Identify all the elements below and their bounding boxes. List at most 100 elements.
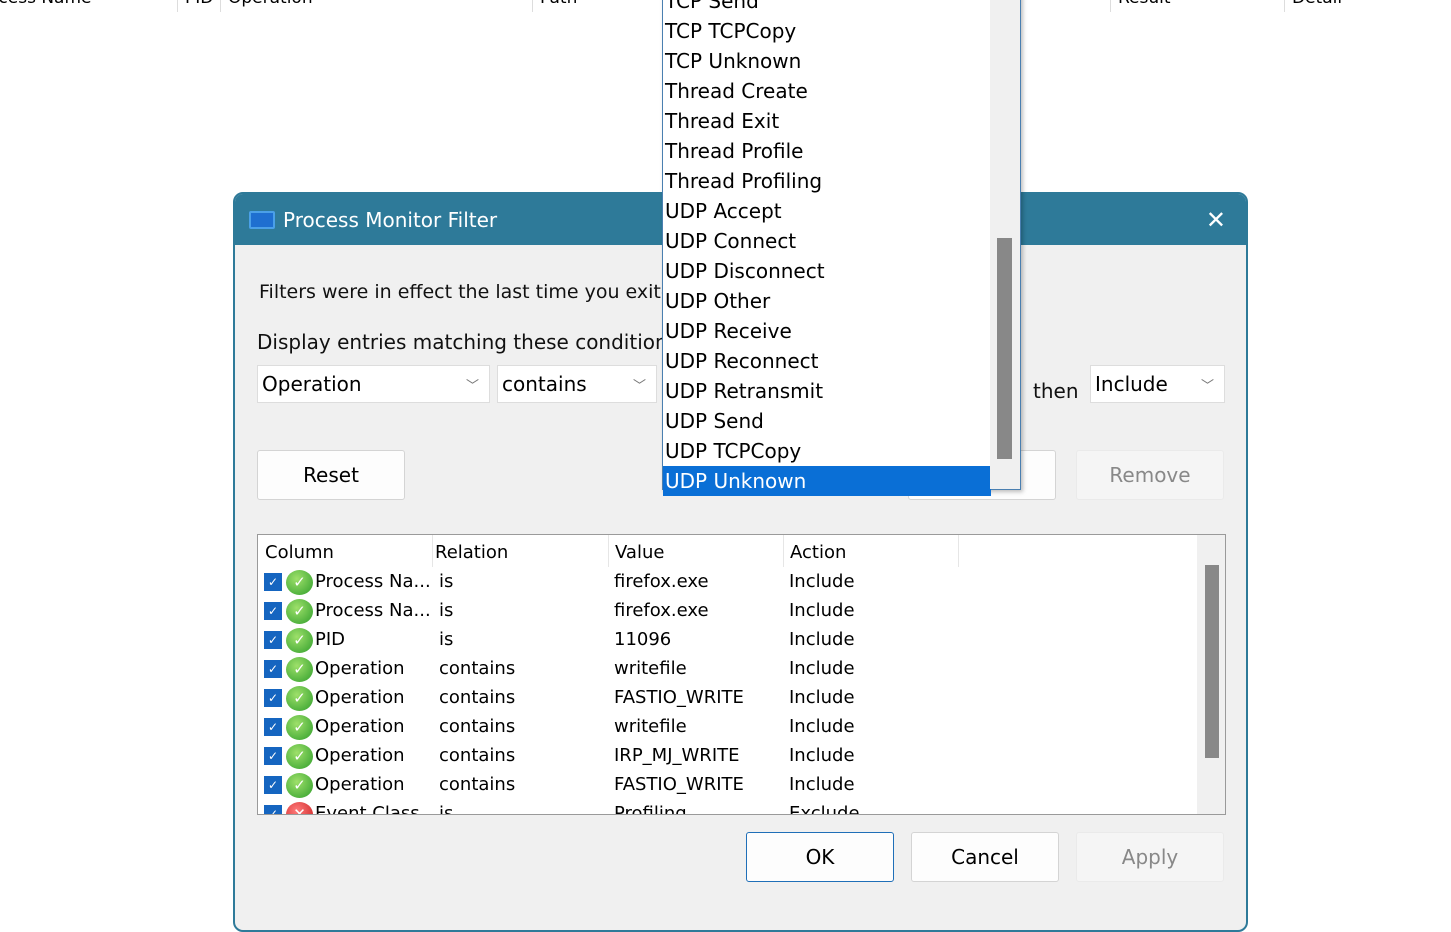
row-checkbox[interactable]: ✓ xyxy=(264,689,282,707)
background-column-header[interactable]: ocess Name xyxy=(0,0,91,10)
row-action: Include xyxy=(789,629,855,650)
dropdown-option[interactable]: UDP Connect xyxy=(663,226,991,256)
filter-row[interactable]: ✓ ✓ Operation contains IRP_MJ_WRITE Incl… xyxy=(258,742,1198,771)
filter-row[interactable]: ✓ ✓ Operation contains writefile Include xyxy=(258,713,1198,742)
filter-list[interactable]: Column Relation Value Action ✓ ✓ Process… xyxy=(257,534,1226,815)
column-combo-value: Operation xyxy=(262,372,362,396)
background-column-header[interactable]: PID xyxy=(185,0,213,10)
row-column: Process Na... xyxy=(315,571,431,592)
dropdown-option[interactable]: UDP TCPCopy xyxy=(663,436,991,466)
row-checkbox[interactable]: ✓ xyxy=(264,747,282,765)
include-icon: ✓ xyxy=(286,744,313,769)
dropdown-option[interactable]: Thread Create xyxy=(663,76,991,106)
header-action[interactable]: Action xyxy=(790,542,846,563)
dropdown-option[interactable]: TCP Send xyxy=(663,0,991,16)
row-relation: is xyxy=(439,629,454,650)
relation-combo[interactable]: contains ﹀ xyxy=(497,365,657,403)
include-icon: ✓ xyxy=(286,657,313,682)
row-value: firefox.exe xyxy=(614,571,709,592)
include-icon: ✓ xyxy=(286,628,313,653)
row-column: PID xyxy=(315,629,346,650)
row-checkbox[interactable]: ✓ xyxy=(264,631,282,649)
dropdown-option[interactable]: UDP Unknown xyxy=(663,466,991,496)
remove-button[interactable]: Remove xyxy=(1076,450,1224,500)
header-column[interactable]: Column xyxy=(265,542,334,563)
dropdown-option[interactable]: TCP TCPCopy xyxy=(663,16,991,46)
column-separator xyxy=(1110,0,1111,12)
dropdown-option[interactable]: UDP Disconnect xyxy=(663,256,991,286)
column-separator xyxy=(177,0,178,12)
ok-button[interactable]: OK xyxy=(746,832,894,882)
row-action: Include xyxy=(789,600,855,621)
dropdown-scrollbar[interactable] xyxy=(990,0,1020,489)
dropdown-option[interactable]: Thread Profiling xyxy=(663,166,991,196)
header-value[interactable]: Value xyxy=(615,542,664,563)
row-checkbox[interactable]: ✓ xyxy=(264,660,282,678)
operation-dropdown-list[interactable]: TCP Send TCP TCPCopy TCP Unknown Thread Cre… xyxy=(662,0,1021,496)
row-checkbox[interactable]: ✓ xyxy=(264,776,282,794)
row-relation: contains xyxy=(439,745,516,766)
background-column-header[interactable]: Path xyxy=(540,0,577,10)
dropdown-option[interactable]: UDP Retransmit xyxy=(663,376,991,406)
apply-button[interactable]: Apply xyxy=(1076,832,1224,882)
row-relation: is xyxy=(439,803,454,815)
row-relation: contains xyxy=(439,774,516,795)
dropdown-option[interactable]: UDP Receive xyxy=(663,316,991,346)
dropdown-option[interactable]: Thread Profile xyxy=(663,136,991,166)
row-checkbox[interactable]: ✓ xyxy=(264,573,282,591)
row-column: Operation xyxy=(315,658,405,679)
row-value: firefox.exe xyxy=(614,600,709,621)
background-column-header[interactable]: Operation xyxy=(228,0,313,10)
include-icon: ✓ xyxy=(286,715,313,740)
row-value: FASTIO_WRITE xyxy=(614,687,744,708)
row-column: Operation xyxy=(315,687,405,708)
dropdown-option[interactable]: Thread Exit xyxy=(663,106,991,136)
column-combo[interactable]: Operation ﹀ xyxy=(257,365,490,403)
row-column: Operation xyxy=(315,774,405,795)
relation-combo-value: contains xyxy=(502,372,587,396)
dropdown-option[interactable]: TCP Unknown xyxy=(663,46,991,76)
dropdown-scrollbar-thumb[interactable] xyxy=(997,238,1012,459)
row-column: Operation xyxy=(315,716,405,737)
header-relation[interactable]: Relation xyxy=(435,542,508,563)
row-checkbox[interactable]: ✓ xyxy=(264,805,282,814)
column-separator xyxy=(532,0,533,12)
dropdown-option[interactable]: UDP Send xyxy=(663,406,991,436)
row-relation: is xyxy=(439,600,454,621)
filter-row[interactable]: ✓ ✓ Operation contains FASTIO_WRITE Incl… xyxy=(258,684,1198,713)
cancel-button[interactable]: Cancel xyxy=(911,832,1059,882)
filter-row[interactable]: ✓ ✓ Operation contains FASTIO_WRITE Incl… xyxy=(258,771,1198,800)
chevron-down-icon: ﹀ xyxy=(632,378,646,394)
background-column-header[interactable]: Detail xyxy=(1292,0,1342,10)
filter-row[interactable]: ✓ ✓ PID is 11096 Include xyxy=(258,626,1198,655)
row-action: Include xyxy=(789,716,855,737)
dropdown-option[interactable]: UDP Reconnect xyxy=(663,346,991,376)
row-value: writefile xyxy=(614,658,687,679)
filter-row[interactable]: ✓ ✕ Event Class is Profiling Exclude xyxy=(258,800,1198,815)
row-relation: contains xyxy=(439,687,516,708)
filter-row[interactable]: ✓ ✓ Operation contains writefile Include xyxy=(258,655,1198,684)
action-combo[interactable]: Include ﹀ xyxy=(1090,365,1225,403)
background-column-header[interactable]: Result xyxy=(1118,0,1171,10)
row-column: Event Class xyxy=(315,803,420,815)
row-value: IRP_MJ_WRITE xyxy=(614,745,740,766)
include-icon: ✓ xyxy=(286,686,313,711)
close-icon[interactable]: ✕ xyxy=(1206,206,1226,234)
row-action: Include xyxy=(789,774,855,795)
row-checkbox[interactable]: ✓ xyxy=(264,718,282,736)
row-value: writefile xyxy=(614,716,687,737)
list-scrollbar[interactable] xyxy=(1197,535,1225,814)
list-scrollbar-thumb[interactable] xyxy=(1205,565,1219,758)
reset-button[interactable]: Reset xyxy=(257,450,405,500)
include-icon: ✓ xyxy=(286,773,313,798)
column-separator xyxy=(1284,0,1285,12)
filter-row[interactable]: ✓ ✓ Process Na... is firefox.exe Include xyxy=(258,568,1198,597)
row-checkbox[interactable]: ✓ xyxy=(264,602,282,620)
column-separator xyxy=(220,0,221,12)
dropdown-option[interactable]: UDP Accept xyxy=(663,196,991,226)
app-icon xyxy=(249,210,275,229)
then-label: then xyxy=(1033,379,1079,403)
dropdown-option[interactable]: UDP Other xyxy=(663,286,991,316)
filter-row[interactable]: ✓ ✓ Process Na... is firefox.exe Include xyxy=(258,597,1198,626)
chevron-down-icon: ﹀ xyxy=(1200,378,1214,394)
